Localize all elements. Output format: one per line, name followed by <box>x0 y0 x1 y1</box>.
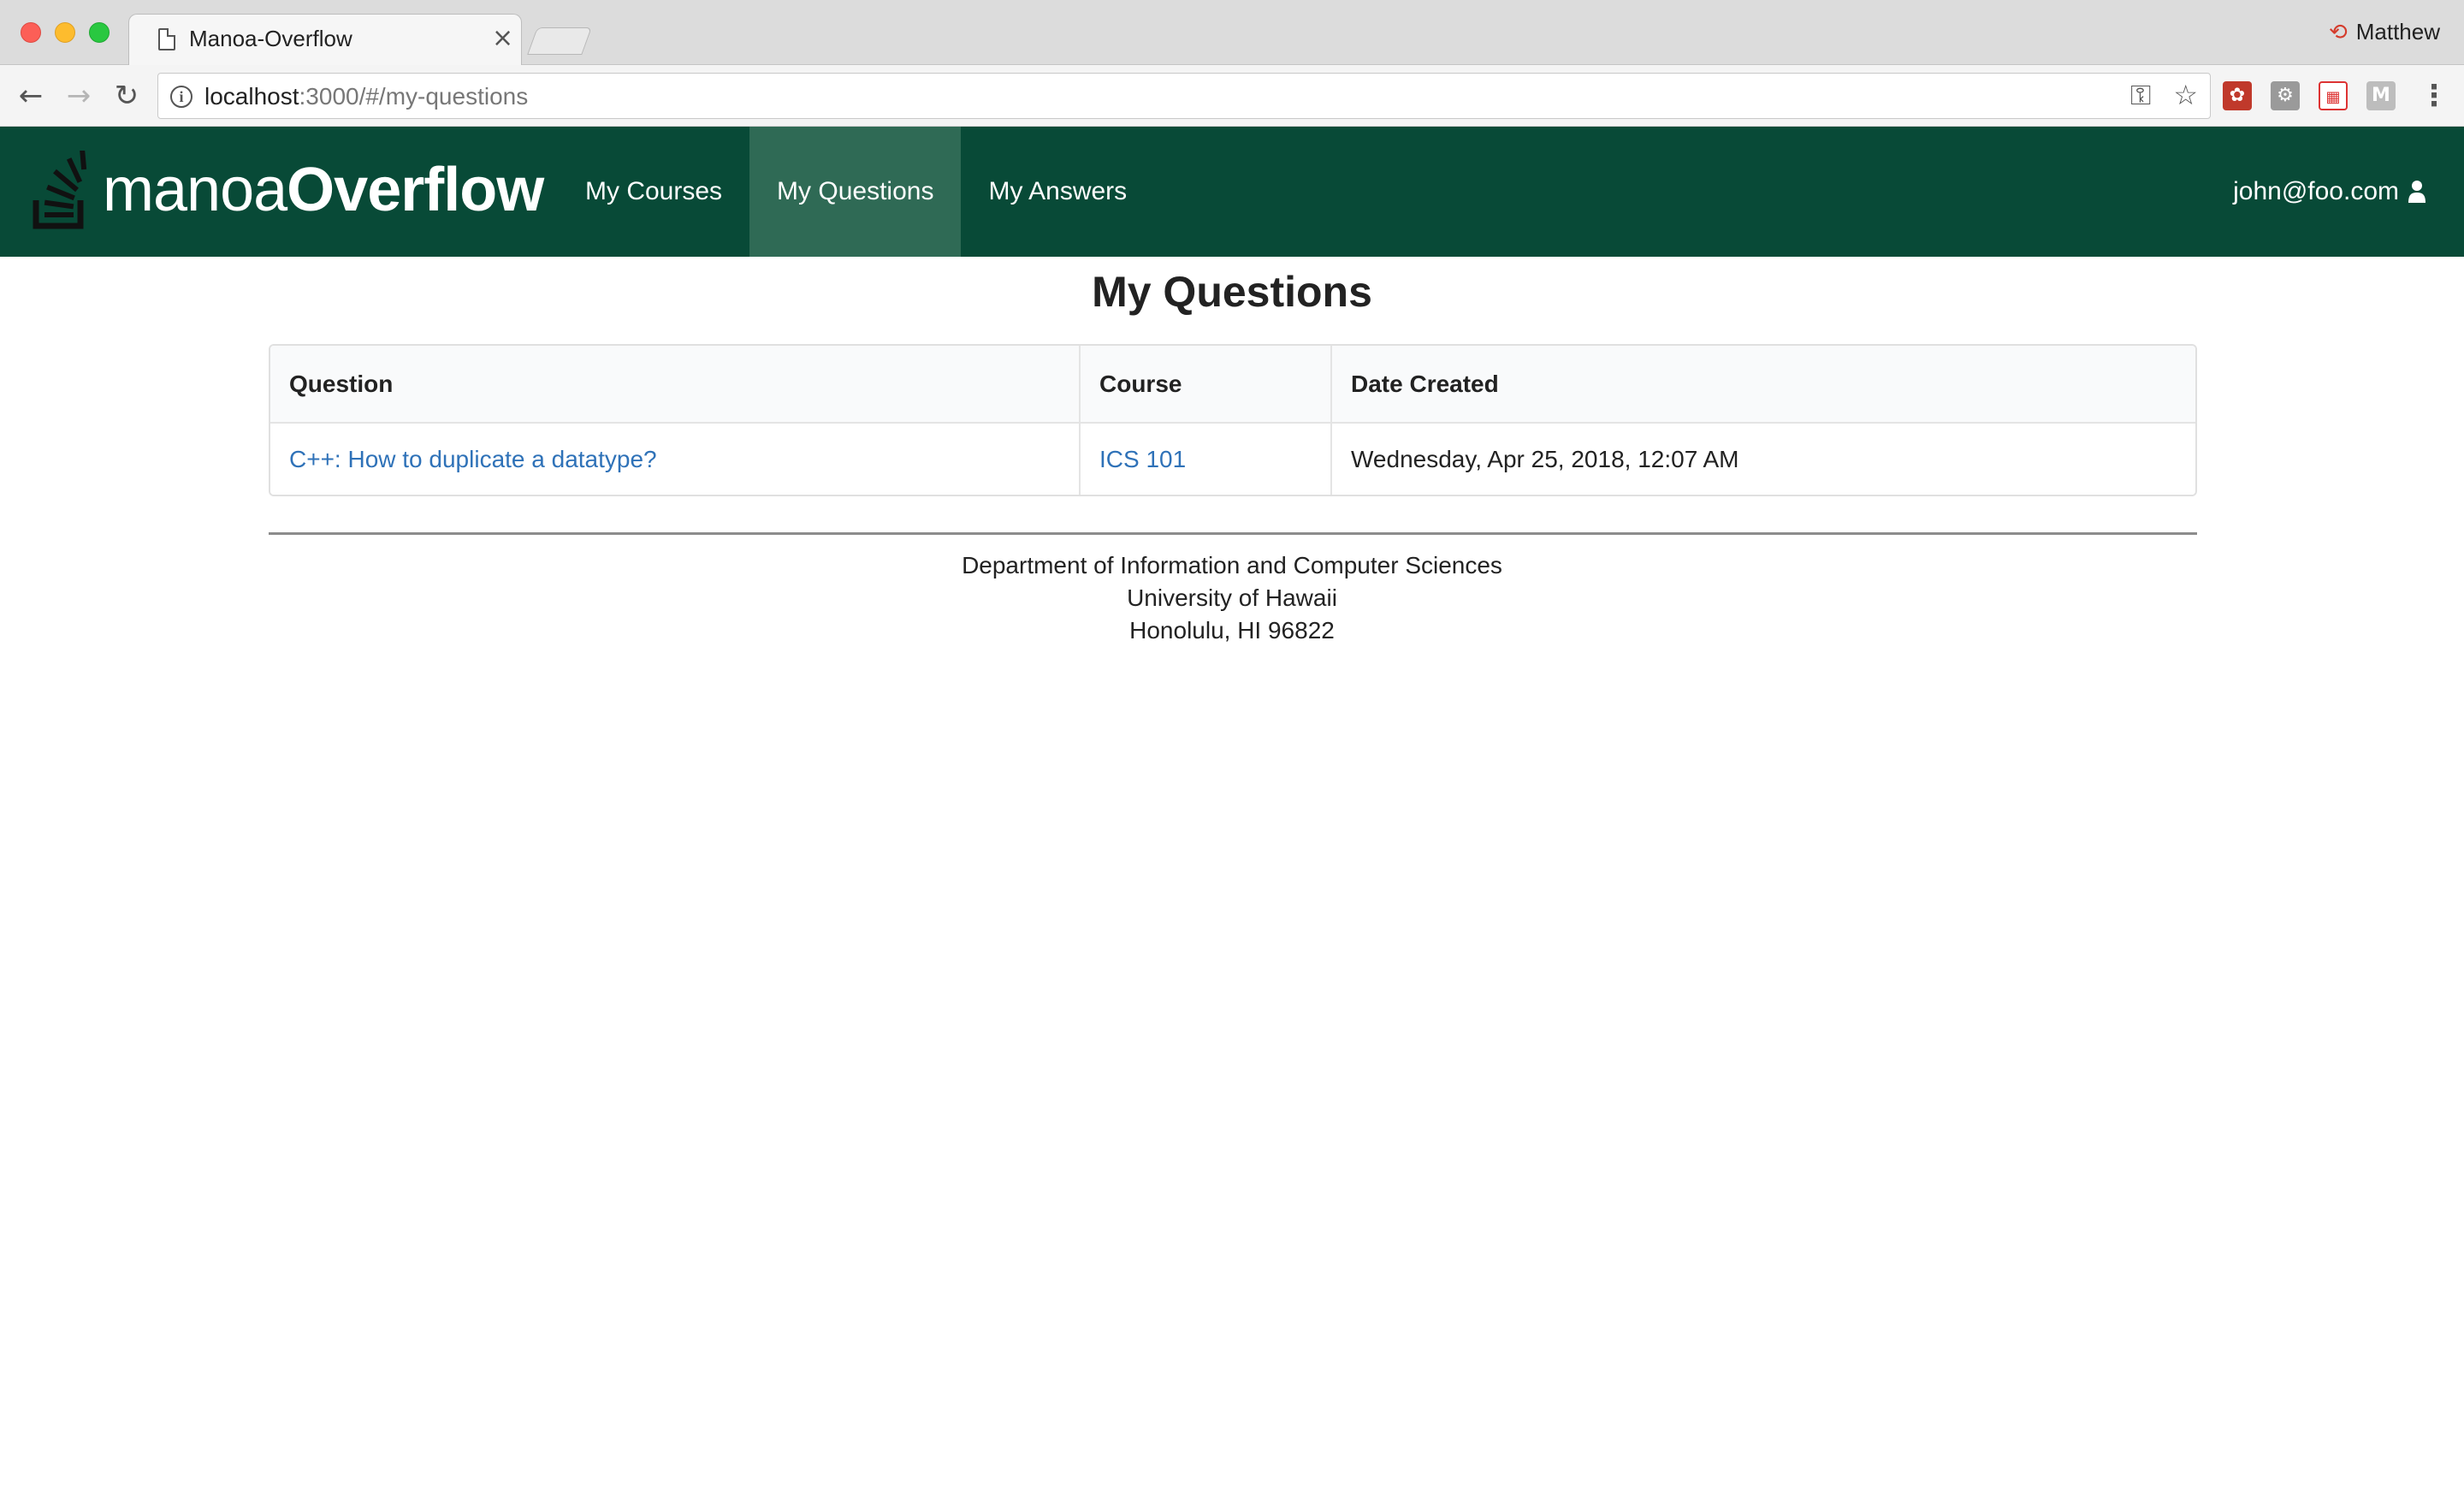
url-path: :3000/#/my-questions <box>299 83 529 110</box>
profile-button[interactable]: ⟲ Matthew <box>2329 19 2440 45</box>
info-icon[interactable]: i <box>170 86 192 108</box>
key-icon[interactable]: ⚿ <box>2130 79 2151 112</box>
stack-logo-icon <box>33 151 87 229</box>
user-email: john@foo.com <box>2233 177 2399 205</box>
document-icon <box>158 28 175 50</box>
profile-name: Matthew <box>2355 19 2440 44</box>
nav-link-my-questions[interactable]: My Questions <box>749 127 962 257</box>
nav-link-my-answers[interactable]: My Answers <box>961 127 1154 257</box>
footer-line-address: Honolulu, HI 96822 <box>1129 617 1335 644</box>
browser-toolbar: ← → ↻ i localhost:3000/#/my-questions ⚿ … <box>0 65 2464 127</box>
extension-icon-2[interactable]: ⚙ <box>2271 81 2300 110</box>
tab-close-icon[interactable]: × <box>492 23 513 53</box>
extension-icon-m[interactable]: M <box>2366 81 2396 110</box>
footer: Department of Information and Computer S… <box>0 549 2464 647</box>
extension-icons: ✿ ⚙ ▦ M ⋮ <box>2223 79 2449 113</box>
user-icon <box>2408 181 2426 203</box>
sync-error-icon: ⟲ <box>2328 19 2348 45</box>
cell-date: Wednesday, Apr 25, 2018, 12:07 AM <box>1351 445 1739 472</box>
new-tab-button[interactable] <box>527 27 592 55</box>
course-link[interactable]: ICS 101 <box>1099 446 1186 472</box>
close-window-button[interactable] <box>21 22 41 43</box>
header-date-created: Date Created <box>1331 346 2195 424</box>
url-text: localhost:3000/#/my-questions <box>204 83 528 110</box>
address-bar[interactable]: i localhost:3000/#/my-questions ⚿ ☆ <box>157 73 2211 119</box>
extension-icon-1[interactable]: ✿ <box>2223 81 2252 110</box>
back-arrow-icon[interactable]: ← <box>10 75 51 116</box>
cell-question: C++: How to duplicate a datatype? <box>270 423 1081 495</box>
cell-course: ICS 101 <box>1080 423 1332 495</box>
question-link[interactable]: C++: How to duplicate a datatype? <box>289 446 657 472</box>
brand-name-bold: Overflow <box>287 156 544 224</box>
minimize-window-button[interactable] <box>55 22 75 43</box>
questions-table: Question Course Date Created C++: How to… <box>269 344 2197 496</box>
table-header-row: Question Course Date Created <box>270 346 2195 424</box>
star-icon[interactable]: ☆ <box>2173 79 2198 112</box>
footer-divider <box>269 532 2197 535</box>
app-navbar: manoaOverflow My Courses My Questions My… <box>0 127 2464 257</box>
calendar-icon[interactable]: ▦ <box>2319 81 2348 110</box>
maximize-window-button[interactable] <box>89 22 110 43</box>
header-question: Question <box>270 346 1081 424</box>
footer-line-university: University of Hawaii <box>1127 584 1337 611</box>
browser-tab[interactable]: Manoa-Overflow × <box>128 14 522 67</box>
nav-links: My Courses My Questions My Answers <box>558 127 1154 257</box>
user-menu[interactable]: john@foo.com <box>2233 127 2426 257</box>
brand-link[interactable]: manoaOverflow <box>33 147 544 233</box>
brand-name-light: manoa <box>103 156 287 224</box>
url-host: localhost <box>204 83 299 110</box>
forward-arrow-icon[interactable]: → <box>58 75 99 116</box>
table-row: C++: How to duplicate a datatype? ICS 10… <box>270 423 2195 495</box>
reload-icon[interactable]: ↻ <box>106 75 147 116</box>
brand-name: manoaOverflow <box>103 156 544 224</box>
browser-titlebar: Manoa-Overflow × ⟲ Matthew <box>0 0 2464 67</box>
header-course: Course <box>1080 346 1332 424</box>
tab-title: Manoa-Overflow <box>189 26 352 51</box>
menu-dots-icon[interactable]: ⋮ <box>2420 79 2449 113</box>
nav-link-my-courses[interactable]: My Courses <box>558 127 749 257</box>
page-title: My Questions <box>1092 268 1372 316</box>
footer-line-department: Department of Information and Computer S… <box>962 552 1502 578</box>
